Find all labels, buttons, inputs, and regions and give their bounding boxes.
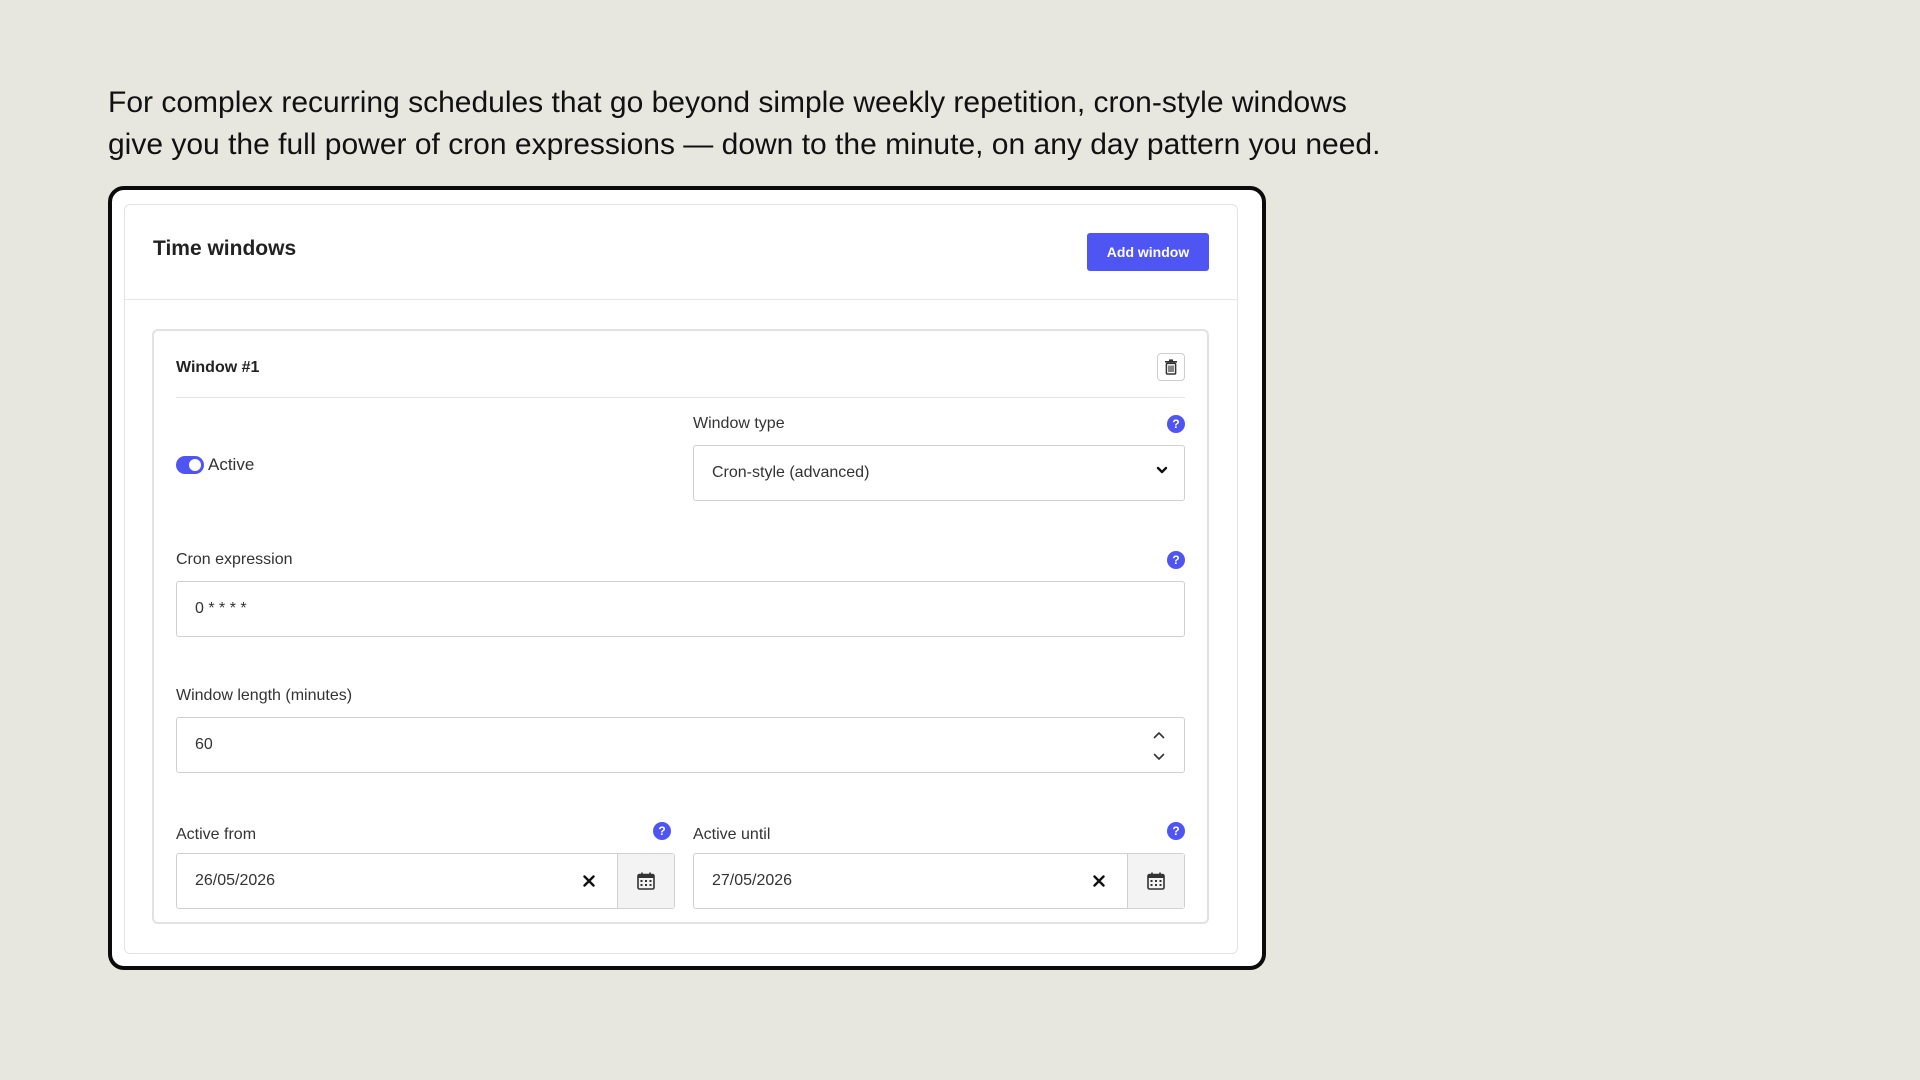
window-type-value: Cron-style (advanced): [712, 464, 870, 481]
calendar-icon: [1147, 872, 1165, 890]
panel-title: Time windows: [153, 237, 297, 260]
window-length-label: Window length (minutes): [176, 687, 353, 704]
help-icon[interactable]: ?: [653, 822, 671, 840]
window-card-header: Window #1: [176, 331, 1185, 398]
trash-icon: [1165, 359, 1177, 375]
help-icon[interactable]: ?: [1167, 551, 1185, 569]
stepper-down-icon[interactable]: [1144, 746, 1174, 768]
cron-expression-label: Cron expression: [176, 551, 293, 568]
toggle-switch[interactable]: [176, 456, 204, 474]
intro-line-1: For complex recurring schedules that go …: [108, 86, 1347, 119]
active-toggle[interactable]: Active: [176, 455, 254, 475]
cron-expression-input[interactable]: 0 * * * *: [176, 581, 1185, 637]
active-until-input[interactable]: 27/05/2026: [693, 853, 1185, 909]
window-length-input[interactable]: 60: [176, 717, 1185, 773]
intro-line-2: give you the full power of cron expressi…: [108, 128, 1381, 161]
intro-text: For complex recurring schedules that go …: [108, 82, 1428, 166]
quantity-stepper[interactable]: [1144, 724, 1174, 768]
window-card: Window #1 Active Window type ? Cron-styl…: [152, 329, 1209, 924]
active-from-input[interactable]: 26/05/2026: [176, 853, 675, 909]
toggle-knob: [189, 459, 201, 471]
delete-window-button[interactable]: [1157, 353, 1185, 381]
clear-icon[interactable]: [1088, 870, 1110, 892]
window-type-select[interactable]: Cron-style (advanced): [693, 445, 1185, 501]
active-toggle-label: Active: [208, 455, 255, 474]
calendar-button[interactable]: [1127, 854, 1184, 908]
clear-icon[interactable]: [578, 870, 600, 892]
screenshot-frame: Time windows Add window Window #1 Active…: [108, 186, 1266, 970]
calendar-icon: [637, 872, 655, 890]
stepper-up-icon[interactable]: [1144, 724, 1174, 746]
add-window-button[interactable]: Add window: [1087, 233, 1209, 271]
active-from-value: 26/05/2026: [195, 872, 276, 889]
window-title: Window #1: [176, 359, 260, 376]
help-icon[interactable]: ?: [1167, 822, 1185, 840]
calendar-button[interactable]: [617, 854, 674, 908]
active-from-label: Active from: [176, 826, 257, 843]
active-until-label: Active until: [693, 826, 771, 843]
panel-header: Time windows Add window: [125, 205, 1237, 300]
chevron-down-icon: [1156, 466, 1168, 474]
window-length-value: 60: [195, 736, 213, 753]
window-type-label: Window type: [693, 415, 785, 432]
cron-expression-value: 0 * * * *: [195, 600, 247, 617]
time-windows-panel: Time windows Add window Window #1 Active…: [124, 204, 1238, 954]
help-icon[interactable]: ?: [1167, 415, 1185, 433]
active-until-value: 27/05/2026: [712, 872, 793, 889]
